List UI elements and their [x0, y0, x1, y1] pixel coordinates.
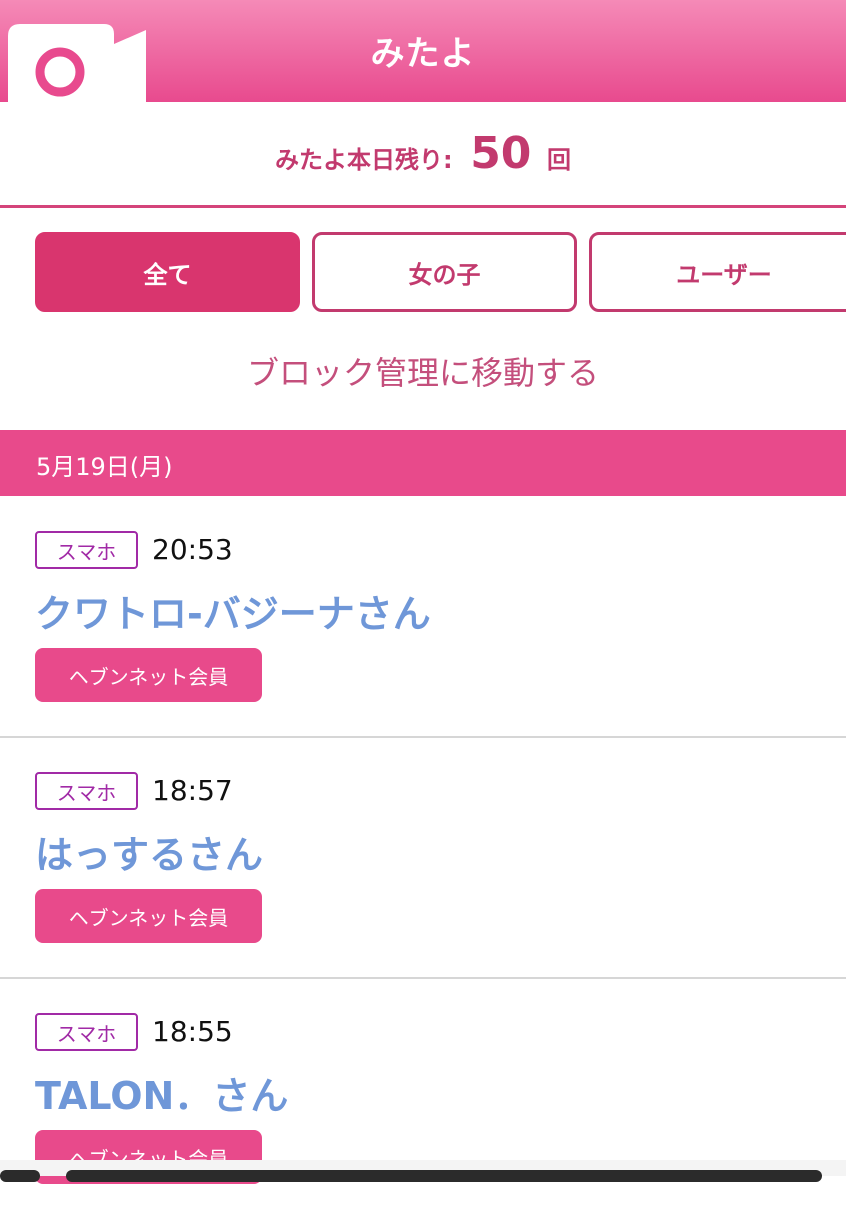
visitor-name[interactable]: クワトロ-バジーナさん: [35, 583, 431, 638]
list-item[interactable]: スマホ 20:53 クワトロ-バジーナさん ヘブンネット会員: [0, 497, 846, 738]
remaining-count-display: みたよ本日残り: 50 回: [0, 128, 846, 179]
visit-time: 20:53: [152, 533, 233, 566]
page-title: みたよ: [370, 34, 476, 74]
date-label: 5月19日(月): [36, 453, 173, 481]
member-badge: ヘブンネット会員: [35, 648, 262, 702]
list-item[interactable]: スマホ 18:55 TALON．さん ヘブンネット会員: [0, 979, 846, 1220]
device-tag: スマホ: [35, 772, 138, 810]
block-management-link[interactable]: ブロック管理に移動する: [0, 348, 846, 394]
app-header: みたよ: [0, 0, 846, 102]
list-item[interactable]: スマホ 18:57 はっするさん ヘブンネット会員: [0, 738, 846, 979]
address-bar[interactable]: [66, 1170, 822, 1182]
device-tag: スマホ: [35, 531, 138, 569]
filter-girls-button[interactable]: 女の子: [312, 232, 577, 312]
browser-toolbar: [0, 1160, 846, 1182]
visitor-name[interactable]: TALON．さん: [35, 1065, 288, 1120]
filter-users-button[interactable]: ユーザー: [589, 232, 846, 312]
visit-time: 18:57: [152, 774, 233, 807]
member-badge: ヘブンネット会員: [35, 889, 262, 943]
date-header: 5月19日(月): [0, 430, 846, 496]
remaining-count: 50: [470, 128, 532, 179]
section-divider: [0, 205, 846, 208]
remaining-unit: 回: [547, 146, 571, 174]
filter-all-button[interactable]: 全て: [35, 232, 300, 312]
toolbar-edge: [0, 1170, 40, 1182]
visit-time: 18:55: [152, 1015, 233, 1048]
visitor-name[interactable]: はっするさん: [35, 824, 263, 879]
device-tag: スマホ: [35, 1013, 138, 1051]
remaining-label: みたよ本日残り:: [275, 146, 453, 174]
